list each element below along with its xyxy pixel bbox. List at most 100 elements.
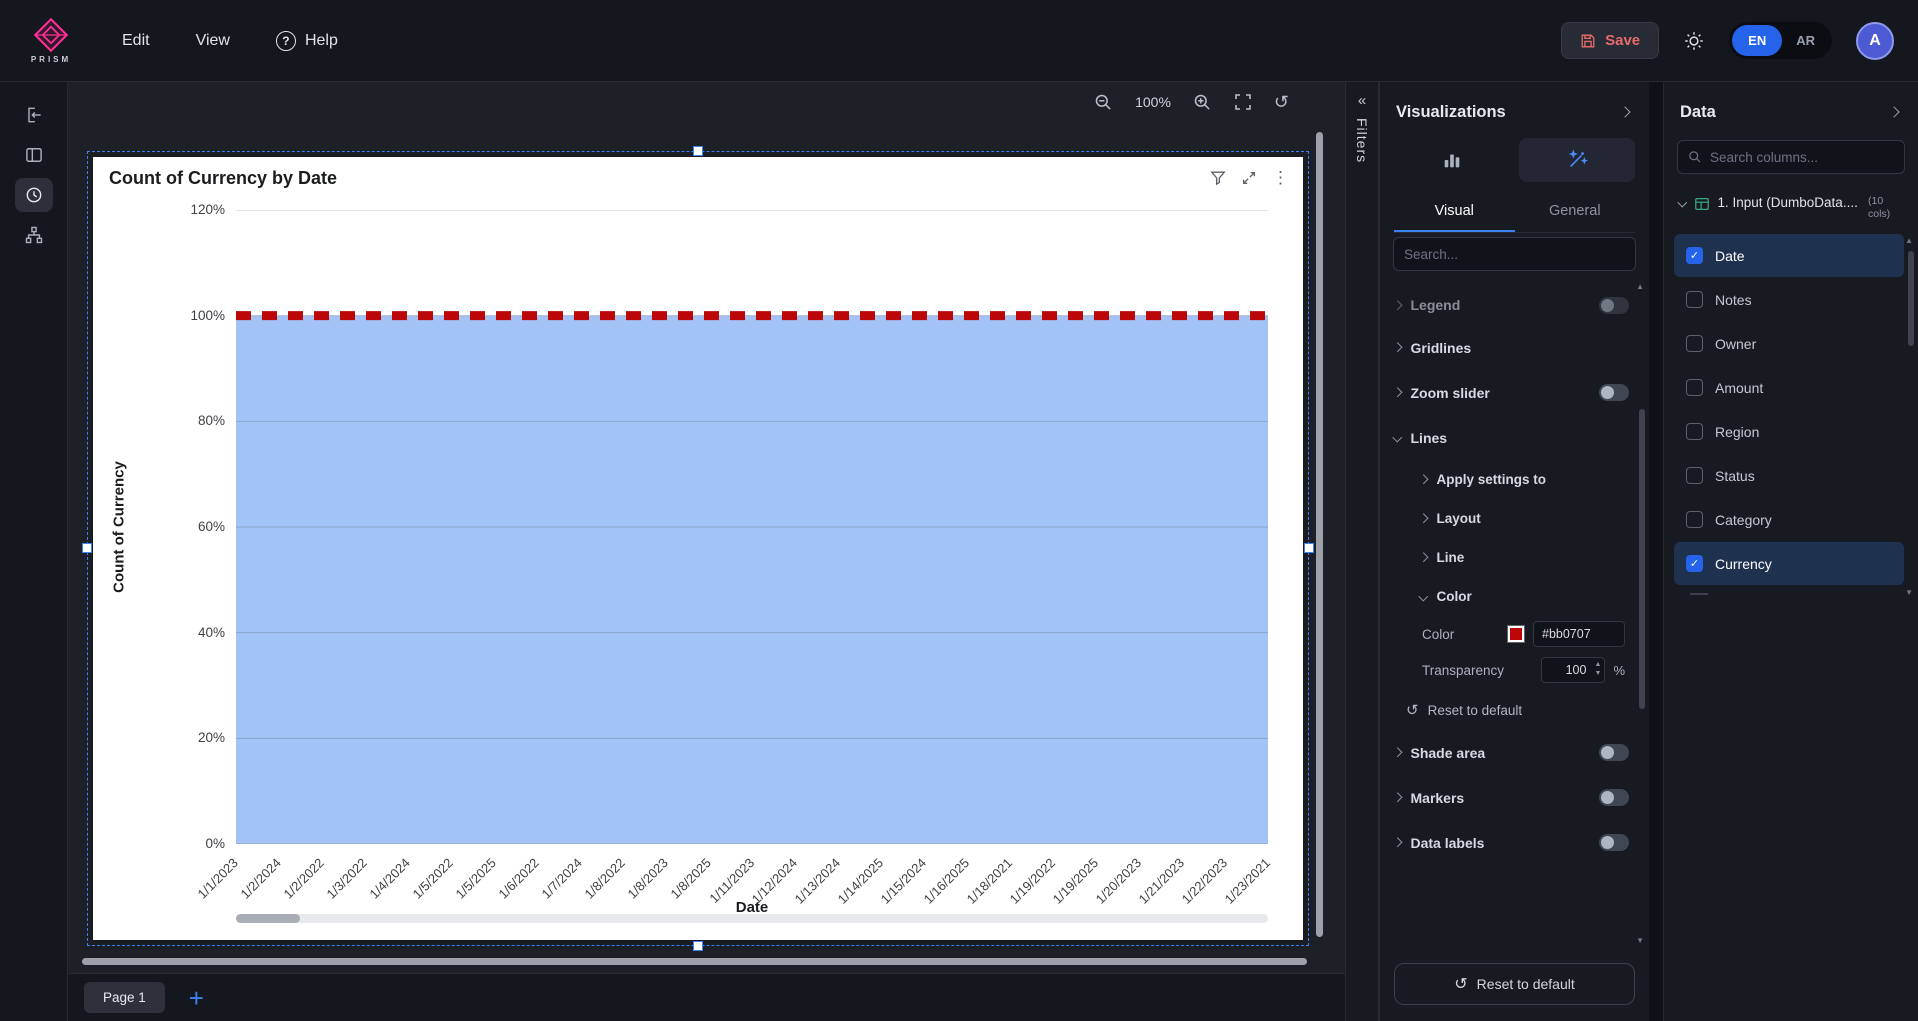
page-tab[interactable]: Page 1	[84, 982, 165, 1013]
scroll-up-icon[interactable]: ▲	[1636, 283, 1644, 291]
resize-handle-bottom[interactable]	[693, 941, 703, 951]
lang-ar-button[interactable]: AR	[1782, 25, 1829, 56]
data-column-row[interactable]: Region	[1674, 410, 1904, 453]
setting-apply-settings-to[interactable]: Apply settings to	[1394, 460, 1629, 499]
chart-scrollbar-thumb[interactable]	[236, 914, 300, 923]
unchecked-checkbox[interactable]	[1686, 467, 1703, 484]
reset-to-default-link[interactable]: ↺ Reset to default	[1394, 688, 1629, 730]
columns-scrollbar-thumb[interactable]	[1908, 251, 1914, 346]
setting-zoom-slider[interactable]: Zoom slider	[1394, 370, 1629, 415]
columns-search-input[interactable]	[1710, 150, 1894, 165]
markers-toggle[interactable]	[1599, 789, 1629, 806]
unchecked-checkbox[interactable]	[1686, 423, 1703, 440]
resize-handle-top[interactable]	[693, 146, 703, 156]
chart-widget[interactable]: Count of Currency by Date ⋮ Count of	[93, 157, 1303, 940]
shade-area-toggle[interactable]	[1599, 744, 1629, 761]
filter-funnel-icon[interactable]	[1210, 170, 1226, 186]
menu-view[interactable]: View	[196, 32, 230, 50]
stepper-up-icon[interactable]: ▲	[1595, 661, 1602, 669]
visual-settings-search-input[interactable]	[1404, 247, 1625, 262]
collapse-visualizations-icon[interactable]	[1617, 99, 1633, 125]
collapse-data-icon[interactable]	[1886, 99, 1902, 125]
setting-layout[interactable]: Layout	[1394, 499, 1629, 538]
save-button[interactable]: Save	[1561, 22, 1659, 59]
language-switcher: EN AR	[1729, 22, 1832, 59]
visual-settings-list: ▲ ▼ Legend Gridlines Zoom slider Lines	[1380, 279, 1649, 951]
x-axis-tick-label: 1/14/2025	[835, 855, 887, 907]
lang-en-button[interactable]: EN	[1732, 25, 1782, 56]
data-column-row[interactable]: ✓Date	[1674, 234, 1904, 277]
data-column-row[interactable]: Notes	[1674, 278, 1904, 321]
data-panel: Data 1. Input (DumboData.... (10 cols) ▲…	[1663, 82, 1918, 1021]
color-hex-input[interactable]	[1533, 621, 1625, 647]
tab-general[interactable]: General	[1515, 192, 1636, 232]
checked-checkbox[interactable]: ✓	[1686, 247, 1703, 264]
panel-divider	[1649, 82, 1663, 1021]
settings-scrollbar-thumb[interactable]	[1639, 409, 1645, 709]
y-axis-tick-label: 80%	[93, 412, 225, 430]
unchecked-checkbox[interactable]	[1686, 291, 1703, 308]
data-column-row[interactable]: Status	[1674, 454, 1904, 497]
zoom-slider-toggle[interactable]	[1599, 384, 1629, 401]
menu-edit[interactable]: Edit	[122, 32, 150, 50]
legend-toggle[interactable]	[1599, 297, 1629, 314]
app-logo[interactable]: PRISM	[24, 17, 78, 64]
unchecked-checkbox[interactable]	[1686, 335, 1703, 352]
chart-horizontal-scrollbar[interactable]	[236, 914, 1268, 923]
checked-checkbox[interactable]: ✓	[1686, 555, 1703, 572]
filters-collapsed-panel[interactable]: « Filters	[1345, 82, 1379, 1021]
report-canvas[interactable]: Count of Currency by Date ⋮ Count of	[68, 122, 1345, 973]
data-source-name: 1. Input (DumboData....	[1718, 195, 1858, 210]
stepper-down-icon[interactable]: ▼	[1595, 670, 1602, 678]
setting-color-section[interactable]: Color	[1394, 577, 1629, 616]
expand-filters-icon[interactable]: «	[1358, 94, 1366, 108]
data-labels-toggle[interactable]	[1599, 834, 1629, 851]
unchecked-checkbox[interactable]	[1686, 511, 1703, 528]
widget-more-options-icon[interactable]: ⋮	[1272, 170, 1289, 186]
zoom-out-icon[interactable]	[1094, 93, 1113, 112]
canvas-horizontal-scrollbar[interactable]	[82, 958, 1307, 965]
setting-shade-area[interactable]: Shade area	[1394, 730, 1629, 775]
scroll-down-icon[interactable]: ▼	[1905, 589, 1913, 597]
x-axis-tick-label: 1/8/2022	[582, 855, 628, 901]
color-swatch[interactable]	[1507, 625, 1525, 643]
flow-diagram-icon[interactable]	[15, 218, 53, 252]
history-icon[interactable]	[15, 178, 53, 212]
data-column-row[interactable]: Owner	[1674, 322, 1904, 365]
setting-legend[interactable]: Legend	[1394, 285, 1629, 325]
user-avatar[interactable]: A	[1856, 22, 1894, 60]
theme-toggle-button[interactable]	[1683, 30, 1705, 52]
column-label: Notes	[1715, 292, 1752, 308]
setting-data-labels[interactable]: Data labels	[1394, 820, 1629, 865]
canvas-vertical-scrollbar[interactable]	[1316, 132, 1323, 937]
add-page-button[interactable]: +	[189, 988, 204, 1008]
bar-chart-type-button[interactable]	[1394, 138, 1511, 182]
collapse-panel-icon[interactable]	[15, 98, 53, 132]
scroll-down-icon[interactable]: ▼	[1636, 937, 1644, 945]
data-column-row[interactable]: Amount	[1674, 366, 1904, 409]
unchecked-checkbox[interactable]	[1686, 379, 1703, 396]
resize-handle-right[interactable]	[1304, 543, 1314, 553]
scroll-up-icon[interactable]: ▲	[1905, 237, 1913, 245]
resize-handle-left[interactable]	[82, 543, 92, 553]
layout-panel-icon[interactable]	[15, 138, 53, 172]
data-column-row[interactable]: ✓Currency	[1674, 542, 1904, 585]
reset-to-default-button[interactable]: ↺ Reset to default	[1394, 963, 1635, 1005]
setting-markers[interactable]: Markers	[1394, 775, 1629, 820]
setting-gridlines[interactable]: Gridlines	[1394, 325, 1629, 370]
smart-formatting-wand-button[interactable]	[1519, 138, 1636, 182]
menu-help[interactable]: ? Help	[276, 31, 338, 51]
chevron-down-icon[interactable]	[1678, 198, 1687, 207]
expand-widget-icon[interactable]	[1241, 170, 1257, 186]
columns-search	[1677, 140, 1905, 174]
data-column-row[interactable]: Category	[1674, 498, 1904, 541]
tab-visual[interactable]: Visual	[1394, 192, 1515, 232]
data-source-row[interactable]: 1. Input (DumboData.... (10 cols)	[1664, 182, 1918, 229]
setting-line[interactable]: Line	[1394, 538, 1629, 577]
reset-view-icon[interactable]: ↺	[1274, 92, 1289, 113]
setting-lines[interactable]: Lines	[1394, 415, 1629, 460]
zoom-in-icon[interactable]	[1193, 93, 1212, 112]
fit-to-screen-icon[interactable]	[1234, 93, 1252, 111]
x-axis-tick-label: 1/5/2025	[453, 855, 499, 901]
y-axis-tick-label: 100%	[93, 307, 225, 325]
